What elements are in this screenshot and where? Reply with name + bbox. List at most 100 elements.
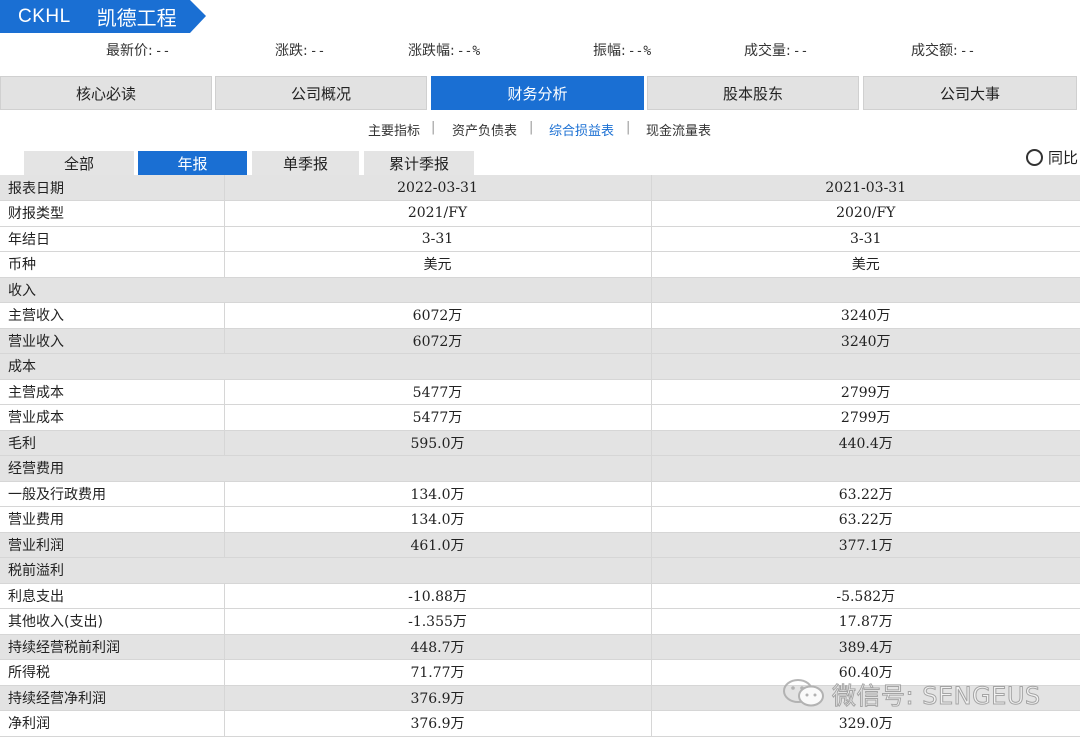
row-label: 营业费用	[0, 506, 225, 533]
row-value-period-2: 3240万	[651, 302, 1080, 329]
row-label: 主营收入	[0, 302, 225, 329]
header-label: 报表日期	[0, 175, 225, 201]
table-row: 币种 美元 美元	[0, 251, 1080, 278]
row-value-period-1: 3-31	[224, 226, 652, 252]
row-value-period-2: 63.22万	[651, 506, 1080, 533]
tab-company-profile[interactable]: 公司概况	[215, 76, 427, 110]
row-value-period-2: 389.4万	[651, 634, 1080, 660]
header-period-1: 2022-03-31	[224, 175, 652, 201]
section-row: 税前溢利	[0, 557, 1080, 584]
row-label: 成本	[0, 353, 224, 380]
period-tab-cumulative-quarter[interactable]: 累计季报	[364, 151, 474, 175]
section-row: 收入	[0, 277, 1080, 303]
subnav-divider: |	[626, 120, 631, 135]
row-label: 收入	[0, 277, 224, 303]
row-value-period-2: 377.1万	[651, 532, 1080, 558]
row-value-period-1: 376.9万	[224, 710, 652, 737]
table-row: 所得税 71.77万 60.40万	[0, 659, 1080, 686]
subnav-balance-sheet[interactable]: 资产负债表	[452, 120, 517, 139]
quote-turnover: 成交额: --	[911, 43, 976, 59]
subnav-key-indicators[interactable]: 主要指标	[368, 120, 420, 139]
stock-code: CKHL	[18, 5, 71, 27]
row-value-period-2: 329.0万	[651, 710, 1080, 737]
row-value-period-1	[224, 353, 652, 380]
row-label: 营业成本	[0, 404, 225, 431]
row-label: 年结日	[0, 226, 225, 252]
table-row: 持续经营税前利润 448.7万 389.4万	[0, 634, 1080, 660]
row-value-period-2: 2799万	[651, 404, 1080, 431]
table-row: 主营收入 6072万 3240万	[0, 302, 1080, 329]
row-label: 利息支出	[0, 583, 225, 609]
tab-shares-holders[interactable]: 股本股东	[647, 76, 859, 110]
header-period-2: 2021-03-31	[651, 175, 1080, 201]
row-label: 币种	[0, 251, 225, 278]
row-value-period-1: 448.7万	[224, 634, 652, 660]
row-label: 营业利润	[0, 532, 225, 558]
row-value-period-1: 美元	[224, 251, 652, 278]
row-value-period-2: 2799万	[651, 379, 1080, 405]
row-value-period-1: 461.0万	[224, 532, 652, 558]
row-value-period-1	[224, 557, 652, 584]
quote-change-pct: 涨跌幅: --%	[408, 43, 481, 59]
row-value-period-2: 2020/FY	[651, 200, 1080, 227]
section-row: 成本	[0, 353, 1080, 380]
table-row: 毛利 595.0万 440.4万	[0, 430, 1080, 456]
row-value-period-1: 2021/FY	[224, 200, 652, 227]
table-row: 主营成本 5477万 2799万	[0, 379, 1080, 405]
tab-core-reading[interactable]: 核心必读	[0, 76, 212, 110]
row-value-period-2: 440.4万	[651, 430, 1080, 456]
yoy-radio-icon[interactable]	[1026, 149, 1043, 166]
statement-subnav: 主要指标 | 资产负债表 | 综合损益表 | 现金流量表	[0, 120, 1080, 139]
main-tab-bar: 核心必读 公司概况 财务分析 股本股东 公司大事	[0, 76, 1080, 110]
row-label: 财报类型	[0, 200, 225, 227]
quote-amplitude: 振幅: --%	[593, 43, 652, 59]
row-value-period-2: 63.22万	[651, 481, 1080, 507]
table-row: 营业成本 5477万 2799万	[0, 404, 1080, 431]
row-value-period-1	[224, 455, 652, 482]
tab-company-events[interactable]: 公司大事	[863, 76, 1077, 110]
row-value-period-2	[651, 685, 1080, 711]
row-label: 毛利	[0, 430, 225, 456]
row-label: 主营成本	[0, 379, 225, 405]
row-label: 营业收入	[0, 328, 225, 354]
row-value-period-1: 6072万	[224, 328, 652, 354]
row-value-period-1: 5477万	[224, 379, 652, 405]
table-row: 持续经营净利润 376.9万	[0, 685, 1080, 711]
quote-last-price: 最新价: --	[106, 43, 171, 59]
table-row: 一般及行政费用 134.0万 63.22万	[0, 481, 1080, 507]
income-statement-table: 报表日期 2022-03-31 2021-03-31 财报类型 2021/FY 20…	[0, 175, 1080, 737]
row-value-period-1: 134.0万	[224, 481, 652, 507]
quote-change: 涨跌: --	[275, 43, 326, 59]
row-value-period-1: -10.88万	[224, 583, 652, 609]
row-value-period-1: 5477万	[224, 404, 652, 431]
row-value-period-2: 3240万	[651, 328, 1080, 354]
yoy-toggle[interactable]: 同比	[1026, 147, 1078, 168]
table-row: 其他收入(支出) -1.355万 17.87万	[0, 608, 1080, 635]
row-value-period-1: 376.9万	[224, 685, 652, 711]
table-row: 营业收入 6072万 3240万	[0, 328, 1080, 354]
row-value-period-2: 17.87万	[651, 608, 1080, 635]
subnav-cash-flow[interactable]: 现金流量表	[646, 120, 711, 139]
subnav-income-statement[interactable]: 综合损益表	[549, 120, 614, 139]
period-tab-annual[interactable]: 年报	[138, 151, 247, 175]
row-label: 经营费用	[0, 455, 224, 482]
row-value-period-2: -5.582万	[651, 583, 1080, 609]
subnav-divider: |	[529, 120, 534, 135]
row-value-period-1: 595.0万	[224, 430, 652, 456]
row-value-period-2: 3-31	[651, 226, 1080, 252]
table-row: 净利润 376.9万 329.0万	[0, 710, 1080, 737]
period-tab-single-quarter[interactable]: 单季报	[252, 151, 359, 175]
row-value-period-2	[651, 277, 1080, 303]
tab-financial-analysis[interactable]: 财务分析	[431, 76, 644, 110]
row-label: 净利润	[0, 710, 225, 737]
table-row: 年结日 3-31 3-31	[0, 226, 1080, 252]
period-tab-bar: 全部 年报 单季报 累计季报	[0, 151, 1080, 175]
table-row: 利息支出 -10.88万 -5.582万	[0, 583, 1080, 609]
table-row: 财报类型 2021/FY 2020/FY	[0, 200, 1080, 227]
period-tab-all[interactable]: 全部	[24, 151, 134, 175]
yoy-label: 同比	[1048, 149, 1079, 167]
row-value-period-2	[651, 353, 1080, 380]
row-value-period-2	[651, 557, 1080, 584]
stock-header-ribbon: CKHL 凯德工程	[0, 0, 206, 33]
row-label: 持续经营税前利润	[0, 634, 225, 660]
